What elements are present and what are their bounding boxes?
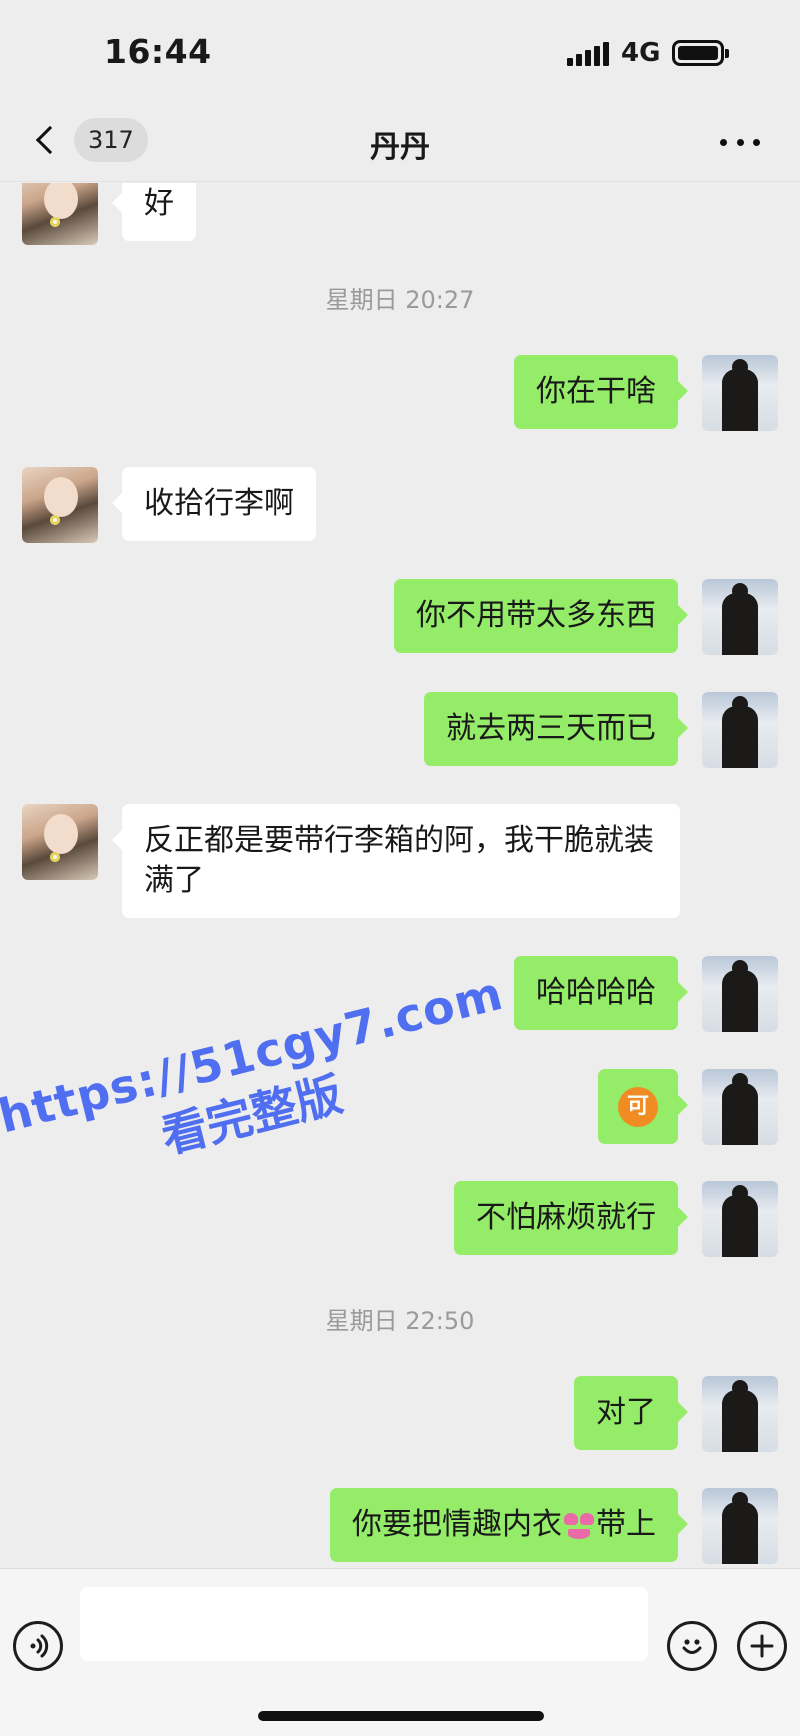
- emoji-button[interactable]: [667, 1621, 717, 1671]
- self-avatar[interactable]: [702, 1069, 778, 1145]
- plus-icon: [750, 1634, 774, 1658]
- message-bubble-outgoing[interactable]: 对了: [574, 1376, 688, 1450]
- timestamp-label: 星期日 20:27: [325, 286, 475, 314]
- self-avatar[interactable]: [702, 579, 778, 655]
- message-bubble-outgoing[interactable]: 你要把情趣内衣 带上: [330, 1488, 688, 1562]
- smiley-face-icon: [682, 1639, 702, 1654]
- ke-emoji-icon: 可: [618, 1086, 658, 1127]
- network-type: 4G: [621, 38, 661, 68]
- more-options-button[interactable]: [720, 122, 760, 162]
- status-time: 16:44: [104, 32, 212, 71]
- message-text: 带上: [596, 1507, 656, 1542]
- chevron-left-icon: [35, 125, 65, 155]
- friend-avatar[interactable]: [22, 183, 98, 245]
- message-bubble-outgoing[interactable]: 就去两三天而已: [424, 692, 688, 766]
- message-list[interactable]: 好 星期日 20:27 你在干啥 收拾行李啊 你不用带太多东西 就去两三天而已 …: [0, 183, 800, 1568]
- message-bubble-outgoing[interactable]: 可: [598, 1069, 688, 1144]
- message-bubble-outgoing[interactable]: 哈哈哈哈: [514, 956, 688, 1030]
- message-bubble-incoming[interactable]: 反正都是要带行李箱的阿，我干脆就装满了: [112, 804, 680, 918]
- chat-header: 317 丹丹: [0, 100, 800, 182]
- voice-wave-icon: [30, 1634, 49, 1658]
- self-avatar[interactable]: [702, 1181, 778, 1257]
- message-input[interactable]: [80, 1587, 648, 1661]
- self-avatar[interactable]: [702, 956, 778, 1032]
- home-indicator[interactable]: [258, 1711, 544, 1721]
- friend-avatar[interactable]: [22, 467, 98, 543]
- self-avatar[interactable]: [702, 1488, 778, 1564]
- message-text: 你要把情趣内衣: [352, 1507, 562, 1542]
- back-button[interactable]: 317: [30, 114, 148, 166]
- self-avatar[interactable]: [702, 1376, 778, 1452]
- chat-title: 丹丹: [370, 130, 430, 165]
- voice-input-button[interactable]: [13, 1621, 63, 1671]
- timestamp-label: 星期日 22:50: [325, 1307, 475, 1335]
- message-bubble-incoming[interactable]: 收拾行李啊: [112, 467, 316, 541]
- friend-avatar[interactable]: [22, 804, 98, 880]
- message-bubble-incoming[interactable]: 好: [112, 183, 196, 241]
- more-dots-icon: [720, 138, 727, 146]
- more-functions-button[interactable]: [737, 1621, 787, 1671]
- unread-count-badge: 317: [74, 118, 148, 162]
- self-avatar[interactable]: [702, 692, 778, 768]
- message-bubble-outgoing[interactable]: 你不用带太多东西: [394, 579, 688, 653]
- self-avatar[interactable]: [702, 355, 778, 431]
- input-bar: [0, 1568, 800, 1736]
- bikini-emoji-icon: [562, 1509, 596, 1543]
- status-bar: 16:44 4G: [0, 0, 800, 100]
- message-bubble-outgoing[interactable]: 你在干啥: [514, 355, 688, 429]
- message-bubble-outgoing[interactable]: 不怕麻烦就行: [454, 1181, 688, 1255]
- battery-icon: [672, 40, 729, 66]
- cellular-signal-icon: [567, 42, 609, 66]
